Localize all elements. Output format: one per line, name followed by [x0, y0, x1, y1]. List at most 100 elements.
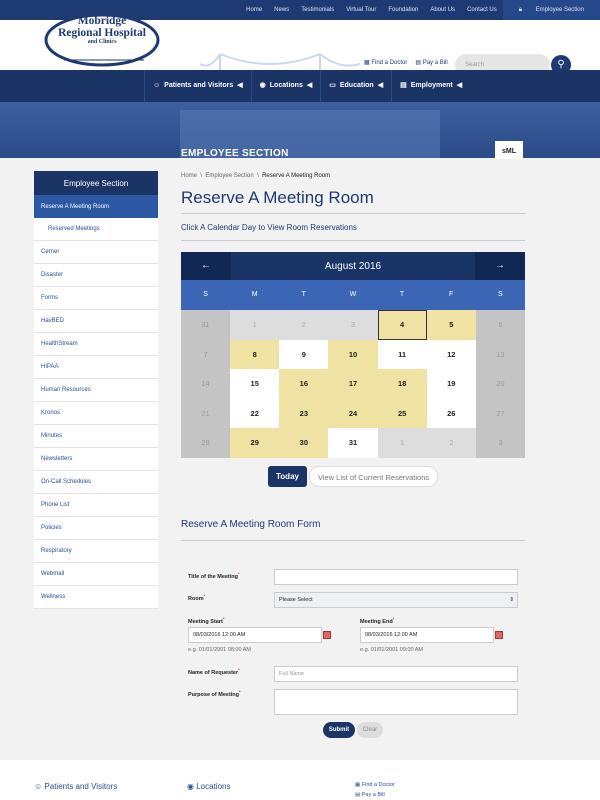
- top-nav-item[interactable]: Virtual Tour: [340, 0, 382, 20]
- calendar-day[interactable]: 13: [475, 339, 525, 370]
- calendar-day[interactable]: 22: [230, 398, 280, 429]
- footer-locations[interactable]: ◉ Locations: [187, 782, 230, 791]
- sidebar-item[interactable]: Forms: [34, 287, 158, 310]
- calendar-day[interactable]: 31: [328, 428, 378, 458]
- sidebar-item[interactable]: Newsletters: [34, 448, 158, 471]
- day-of-week: T: [399, 291, 405, 298]
- submit-button[interactable]: Submit: [323, 722, 355, 738]
- sidebar-item[interactable]: Human Resources: [34, 379, 158, 402]
- breadcrumb-home[interactable]: Home: [181, 173, 197, 179]
- hospital-logo[interactable]: Mobridge Regional Hospital and Clinics: [44, 10, 160, 68]
- prev-month-button[interactable]: ←: [181, 252, 231, 280]
- font-size-toggle[interactable]: sML: [495, 141, 523, 159]
- requester-input[interactable]: Full Name: [274, 666, 518, 682]
- sidebar-item[interactable]: On-Call Schedules: [34, 471, 158, 494]
- calendar-day[interactable]: 15: [230, 369, 280, 399]
- breadcrumb: Home \ Employee Section \ Reserve A Meet…: [181, 173, 331, 179]
- sidebar-item[interactable]: Respiratory: [34, 540, 158, 563]
- top-nav-employee-label: Employee Section: [535, 7, 584, 13]
- sidebar-item[interactable]: HIPAA: [34, 356, 158, 379]
- calendar-day[interactable]: 3: [328, 310, 378, 340]
- top-nav-employee-section[interactable]: 🔒︎ Employee Section: [502, 0, 600, 20]
- clear-button[interactable]: Clear: [357, 722, 383, 738]
- calendar-day[interactable]: 3: [475, 428, 525, 458]
- calendar-day[interactable]: 4: [377, 310, 427, 340]
- calendar-day[interactable]: 11: [377, 339, 427, 370]
- person-icon: ☺: [34, 782, 43, 791]
- top-nav-item[interactable]: Foundation: [382, 0, 424, 20]
- sidebar-item[interactable]: Disaster: [34, 264, 158, 287]
- breadcrumb-employee[interactable]: Employee Section: [205, 173, 253, 179]
- sidebar-item[interactable]: Cerner: [34, 241, 158, 264]
- calendar-day[interactable]: 17: [328, 369, 378, 399]
- today-button[interactable]: Today: [268, 466, 307, 487]
- calendar-day[interactable]: 9: [279, 339, 329, 370]
- calendar-day[interactable]: 25: [377, 398, 427, 429]
- calendar-day[interactable]: 24: [328, 398, 378, 429]
- main-nav-item[interactable]: ☺ Patients and Visitors ◀: [144, 70, 251, 102]
- find-doctor-label: Find a Doctor: [371, 60, 408, 66]
- main-nav-item[interactable]: ▤ Employment ◀: [391, 70, 470, 102]
- title-label: Title of the Meeting*: [188, 571, 240, 580]
- top-nav-item[interactable]: News: [268, 0, 295, 20]
- purpose-textarea[interactable]: [274, 689, 518, 715]
- sidebar-item[interactable]: Reserved Meetings: [34, 218, 158, 241]
- footer-patients[interactable]: ☺ Patients and Visitors: [34, 782, 117, 791]
- calendar-day[interactable]: 1: [377, 428, 427, 458]
- start-input[interactable]: 08/03/2016 12:00 AM: [188, 627, 322, 643]
- calendar-day[interactable]: 1: [230, 310, 280, 340]
- calendar-day[interactable]: 16: [279, 369, 329, 399]
- sidebar-item-active[interactable]: Reserve A Meeting Room: [34, 195, 158, 218]
- calendar-day[interactable]: 7: [181, 339, 231, 370]
- top-nav: Home News Testimonials Virtual Tour Foundati…: [240, 0, 600, 20]
- calendar-day[interactable]: 8: [230, 339, 280, 370]
- divider: [181, 240, 525, 241]
- calendar-day[interactable]: 20: [475, 369, 525, 399]
- calendar-day[interactable]: 14: [181, 369, 231, 399]
- sidebar-item[interactable]: HealthStream: [34, 333, 158, 356]
- calendar-icon[interactable]: [495, 631, 503, 639]
- sidebar-item[interactable]: Policies: [34, 517, 158, 540]
- sidebar-item[interactable]: Minutes: [34, 425, 158, 448]
- main-nav-item[interactable]: ▭ Education ◀: [320, 70, 391, 102]
- caret-left-icon: ◀: [456, 82, 463, 89]
- top-nav-item[interactable]: About Us: [424, 0, 461, 20]
- pay-bill-link[interactable]: ▤ Pay a Bill: [415, 59, 447, 66]
- calendar-day[interactable]: 12: [426, 339, 476, 370]
- calendar-day[interactable]: 30: [279, 428, 329, 458]
- sidebar-item[interactable]: HavBED: [34, 310, 158, 333]
- sidebar-item[interactable]: Wellness: [34, 586, 158, 609]
- calendar-day[interactable]: 2: [279, 310, 329, 340]
- top-nav-item[interactable]: Testimonials: [295, 0, 340, 20]
- calendar-day[interactable]: 29: [230, 428, 280, 458]
- calendar-day[interactable]: 5: [426, 310, 476, 340]
- calendar-day[interactable]: 2: [426, 428, 476, 458]
- end-input[interactable]: 08/03/2016 12:00 AM: [360, 627, 494, 643]
- calendar-day[interactable]: 23: [279, 398, 329, 429]
- footer-find-doctor[interactable]: ▦ Find a Doctor: [355, 782, 395, 788]
- calendar-day[interactable]: 18: [377, 369, 427, 399]
- title-input[interactable]: [274, 569, 518, 585]
- sidebar-item[interactable]: Webmail: [34, 563, 158, 586]
- sidebar-item[interactable]: Kronos: [34, 402, 158, 425]
- find-doctor-link[interactable]: ▦ Find a Doctor: [364, 59, 407, 66]
- calendar-day[interactable]: 19: [426, 369, 476, 399]
- calendar-day[interactable]: 31: [181, 310, 231, 340]
- room-select[interactable]: Please Select ⇕: [274, 592, 518, 608]
- next-month-button[interactable]: →: [475, 252, 525, 280]
- top-nav-item[interactable]: Home: [240, 0, 268, 20]
- search-icon: ⚲: [557, 59, 565, 70]
- calendar-icon[interactable]: [323, 631, 331, 639]
- main-nav-item[interactable]: ◉ Locations ◀: [250, 70, 321, 102]
- top-nav-item[interactable]: Contact Us: [461, 0, 503, 20]
- calendar-day[interactable]: 10: [328, 339, 378, 370]
- view-reservations-button[interactable]: View List of Current Reservations: [308, 466, 439, 487]
- calendar-day[interactable]: 21: [181, 398, 231, 429]
- calendar-day[interactable]: 28: [181, 428, 231, 458]
- footer-locations-label: Locations: [196, 782, 231, 791]
- footer-pay-bill[interactable]: ▤ Pay a Bill: [355, 792, 385, 798]
- sidebar-item[interactable]: Phone List: [34, 494, 158, 517]
- calendar-day[interactable]: 6: [475, 310, 525, 340]
- calendar-day[interactable]: 26: [426, 398, 476, 429]
- calendar-day[interactable]: 27: [475, 398, 525, 429]
